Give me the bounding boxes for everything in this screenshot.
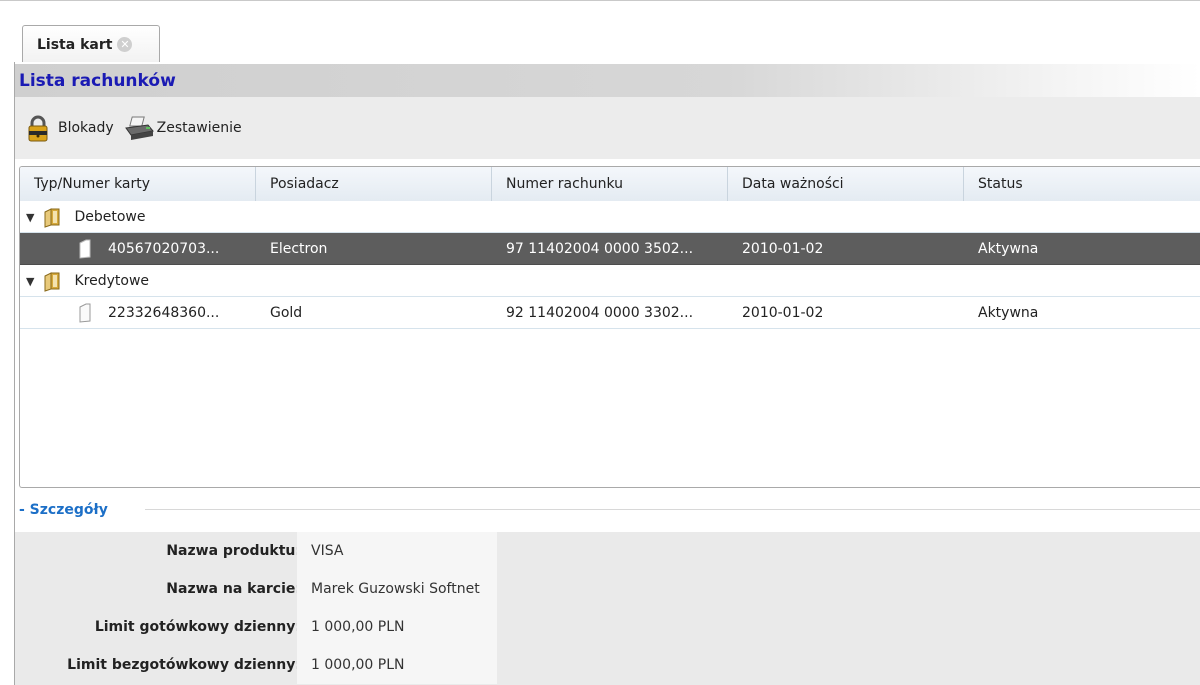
panel-header: Lista rachunków [15, 64, 1200, 97]
tab-lista-kart[interactable]: Lista kart ✕ [22, 25, 160, 63]
detail-value: 1 000,00 PLN [297, 646, 497, 684]
detail-row-product: Nazwa produktu: VISA [15, 532, 515, 570]
folder-icon [44, 272, 60, 292]
detail-label: Limit bezgotówkowy dzienny: [67, 657, 301, 673]
column-header-status[interactable]: Status [964, 167, 1200, 201]
card-icon [79, 239, 91, 259]
status-cell: Aktywna [978, 305, 1039, 321]
table-row[interactable]: 40567020703... Electron 97 11402004 0000… [20, 233, 1200, 265]
status-cell: Aktywna [978, 241, 1039, 257]
card-number: 40567020703... [108, 241, 220, 257]
card-cell: 22332648360... [78, 297, 256, 329]
group-row-kredytowe[interactable]: ▼ Kredytowe [20, 265, 1200, 297]
card-icon [79, 303, 91, 323]
cards-grid: Typ/Numer karty Posiadacz Numer rachunku… [19, 166, 1200, 488]
zestawienie-label: Zestawienie [156, 120, 242, 136]
account-cell: 92 11402004 0000 3302... [506, 305, 694, 321]
detail-label: Nazwa produktu: [166, 543, 301, 559]
lock-icon [25, 114, 51, 142]
close-icon[interactable]: ✕ [117, 37, 133, 52]
group-cell: ▼ Kredytowe [20, 265, 149, 297]
group-row-debetowe[interactable]: ▼ Debetowe [20, 201, 1200, 233]
column-header-card[interactable]: Typ/Numer karty [20, 167, 256, 201]
account-cell: 97 11402004 0000 3502... [506, 241, 694, 257]
column-header-account[interactable]: Numer rachunku [492, 167, 728, 201]
detail-row-cash-limit: Limit gotówkowy dzienny: 1 000,00 PLN [15, 608, 515, 646]
expand-arrow-icon[interactable]: ▼ [26, 275, 34, 288]
details-divider [145, 509, 1200, 510]
blokady-button[interactable]: Blokady [25, 114, 114, 142]
table-row[interactable]: 22332648360... Gold 92 11402004 0000 330… [20, 297, 1200, 329]
expiry-cell: 2010-01-02 [742, 241, 824, 257]
detail-value: Marek Guzowski Softnet [297, 570, 497, 608]
column-header-owner[interactable]: Posiadacz [256, 167, 492, 201]
owner-cell: Electron [270, 241, 328, 257]
tab-strip: Lista kart ✕ [0, 0, 1200, 63]
zestawienie-button[interactable]: Zestawienie [124, 114, 242, 142]
group-cell: ▼ Debetowe [20, 201, 145, 233]
owner-cell: Gold [270, 305, 303, 321]
detail-label: Nazwa na karcie: [166, 581, 301, 597]
expand-arrow-icon[interactable]: ▼ [26, 211, 34, 224]
detail-row-cashless-limit: Limit bezgotówkowy dzienny: 1 000,00 PLN [15, 646, 515, 684]
card-number: 22332648360... [108, 305, 220, 321]
accounts-panel: Lista rachunków Blokady Zestawienie Typ/… [14, 62, 1200, 685]
group-label: Kredytowe [74, 273, 150, 289]
toolbar: Blokady Zestawienie [15, 97, 1200, 159]
tab-label: Lista kart [37, 36, 113, 53]
grid-header: Typ/Numer karty Posiadacz Numer rachunku… [20, 167, 1200, 202]
folder-icon [44, 208, 60, 228]
printer-icon [124, 114, 154, 142]
blokady-label: Blokady [58, 120, 114, 136]
detail-label: Limit gotówkowy dzienny: [94, 619, 301, 635]
detail-value: VISA [297, 532, 497, 570]
detail-value: 1 000,00 PLN [297, 608, 497, 646]
column-header-expiry[interactable]: Data ważności [728, 167, 964, 201]
panel-title: Lista rachunków [19, 70, 176, 91]
details-panel: Nazwa produktu: VISA Nazwa na karcie: Ma… [15, 532, 1200, 685]
group-label: Debetowe [74, 209, 146, 225]
details-toggle[interactable]: - Szczegóły [19, 494, 108, 526]
detail-row-card-name: Nazwa na karcie: Marek Guzowski Softnet [15, 570, 515, 608]
card-cell: 40567020703... [78, 233, 256, 265]
expiry-cell: 2010-01-02 [742, 305, 824, 321]
